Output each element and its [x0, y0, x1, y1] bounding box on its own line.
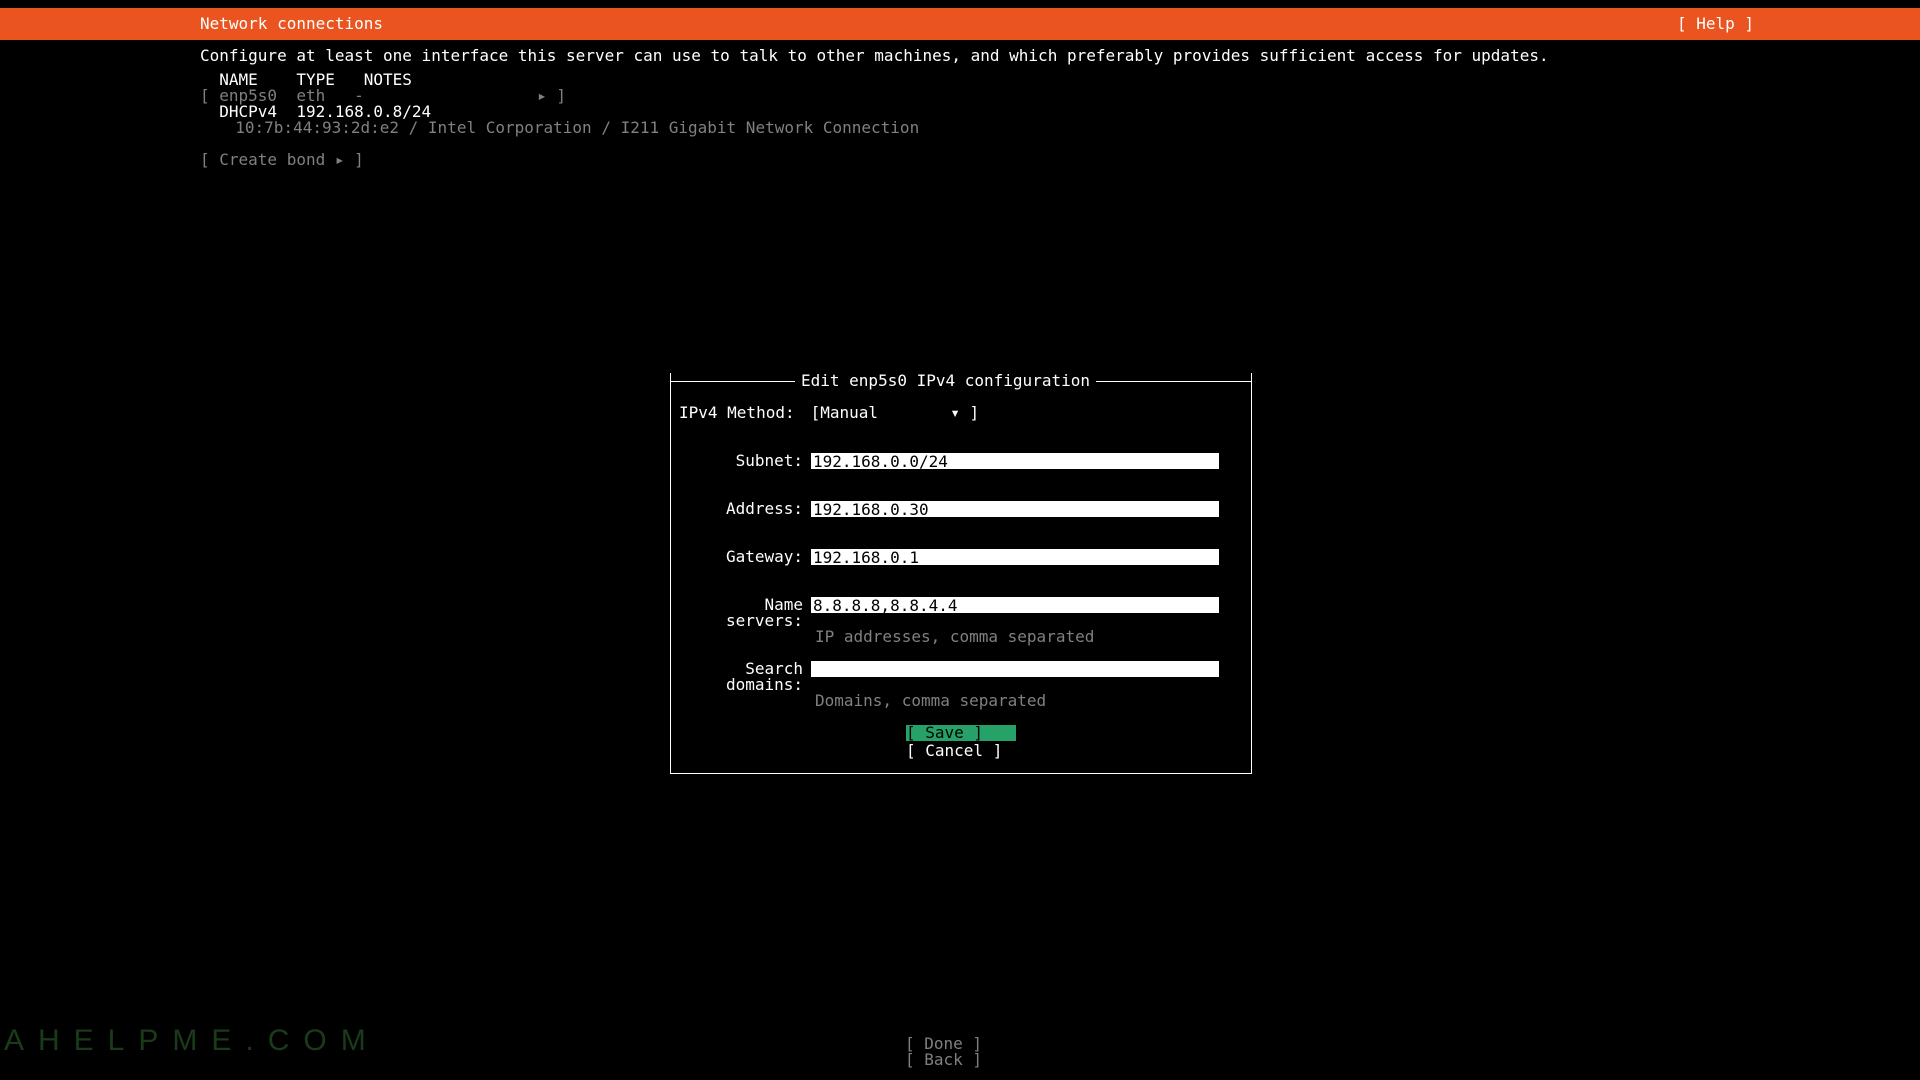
- watermark: AHELPME.COM: [4, 1033, 380, 1049]
- save-button[interactable]: [ Save ]: [906, 725, 1016, 741]
- search-domains-label: Search domains:: [679, 661, 807, 693]
- address-label: Address:: [679, 501, 807, 517]
- cancel-button[interactable]: [ Cancel ]: [906, 743, 1016, 759]
- name-servers-label: Name servers:: [679, 597, 807, 629]
- description-text: Configure at least one interface this se…: [0, 40, 1920, 72]
- search-domains-input[interactable]: [811, 661, 1219, 677]
- gateway-label: Gateway:: [679, 549, 807, 565]
- dialog-title: Edit enp5s0 IPv4 configuration: [795, 373, 1096, 389]
- name-servers-input[interactable]: [811, 597, 1219, 613]
- back-button[interactable]: [ Back ]: [905, 1052, 1015, 1068]
- name-servers-hint: IP addresses, comma separated: [815, 629, 1094, 645]
- header-bar: Network connections [ Help ]: [0, 8, 1920, 40]
- iface-hardware-info: 10:7b:44:93:2d:e2 / Intel Corporation / …: [16, 120, 1920, 136]
- page-title: Network connections: [0, 16, 383, 32]
- help-button[interactable]: [ Help ]: [1677, 16, 1920, 32]
- subnet-input[interactable]: [811, 453, 1219, 469]
- create-bond-button[interactable]: [ Create bond ▸ ]: [0, 152, 1920, 168]
- ipv4-config-dialog: Edit enp5s0 IPv4 configuration IPv4 Meth…: [670, 373, 1252, 774]
- address-input[interactable]: [811, 501, 1219, 517]
- search-domains-hint: Domains, comma separated: [815, 693, 1046, 709]
- ipv4-method-label: IPv4 Method:: [679, 405, 799, 421]
- subnet-label: Subnet:: [679, 453, 807, 469]
- gateway-input[interactable]: [811, 549, 1219, 565]
- ipv4-method-select[interactable]: [ Manual ▾ ]: [811, 405, 980, 421]
